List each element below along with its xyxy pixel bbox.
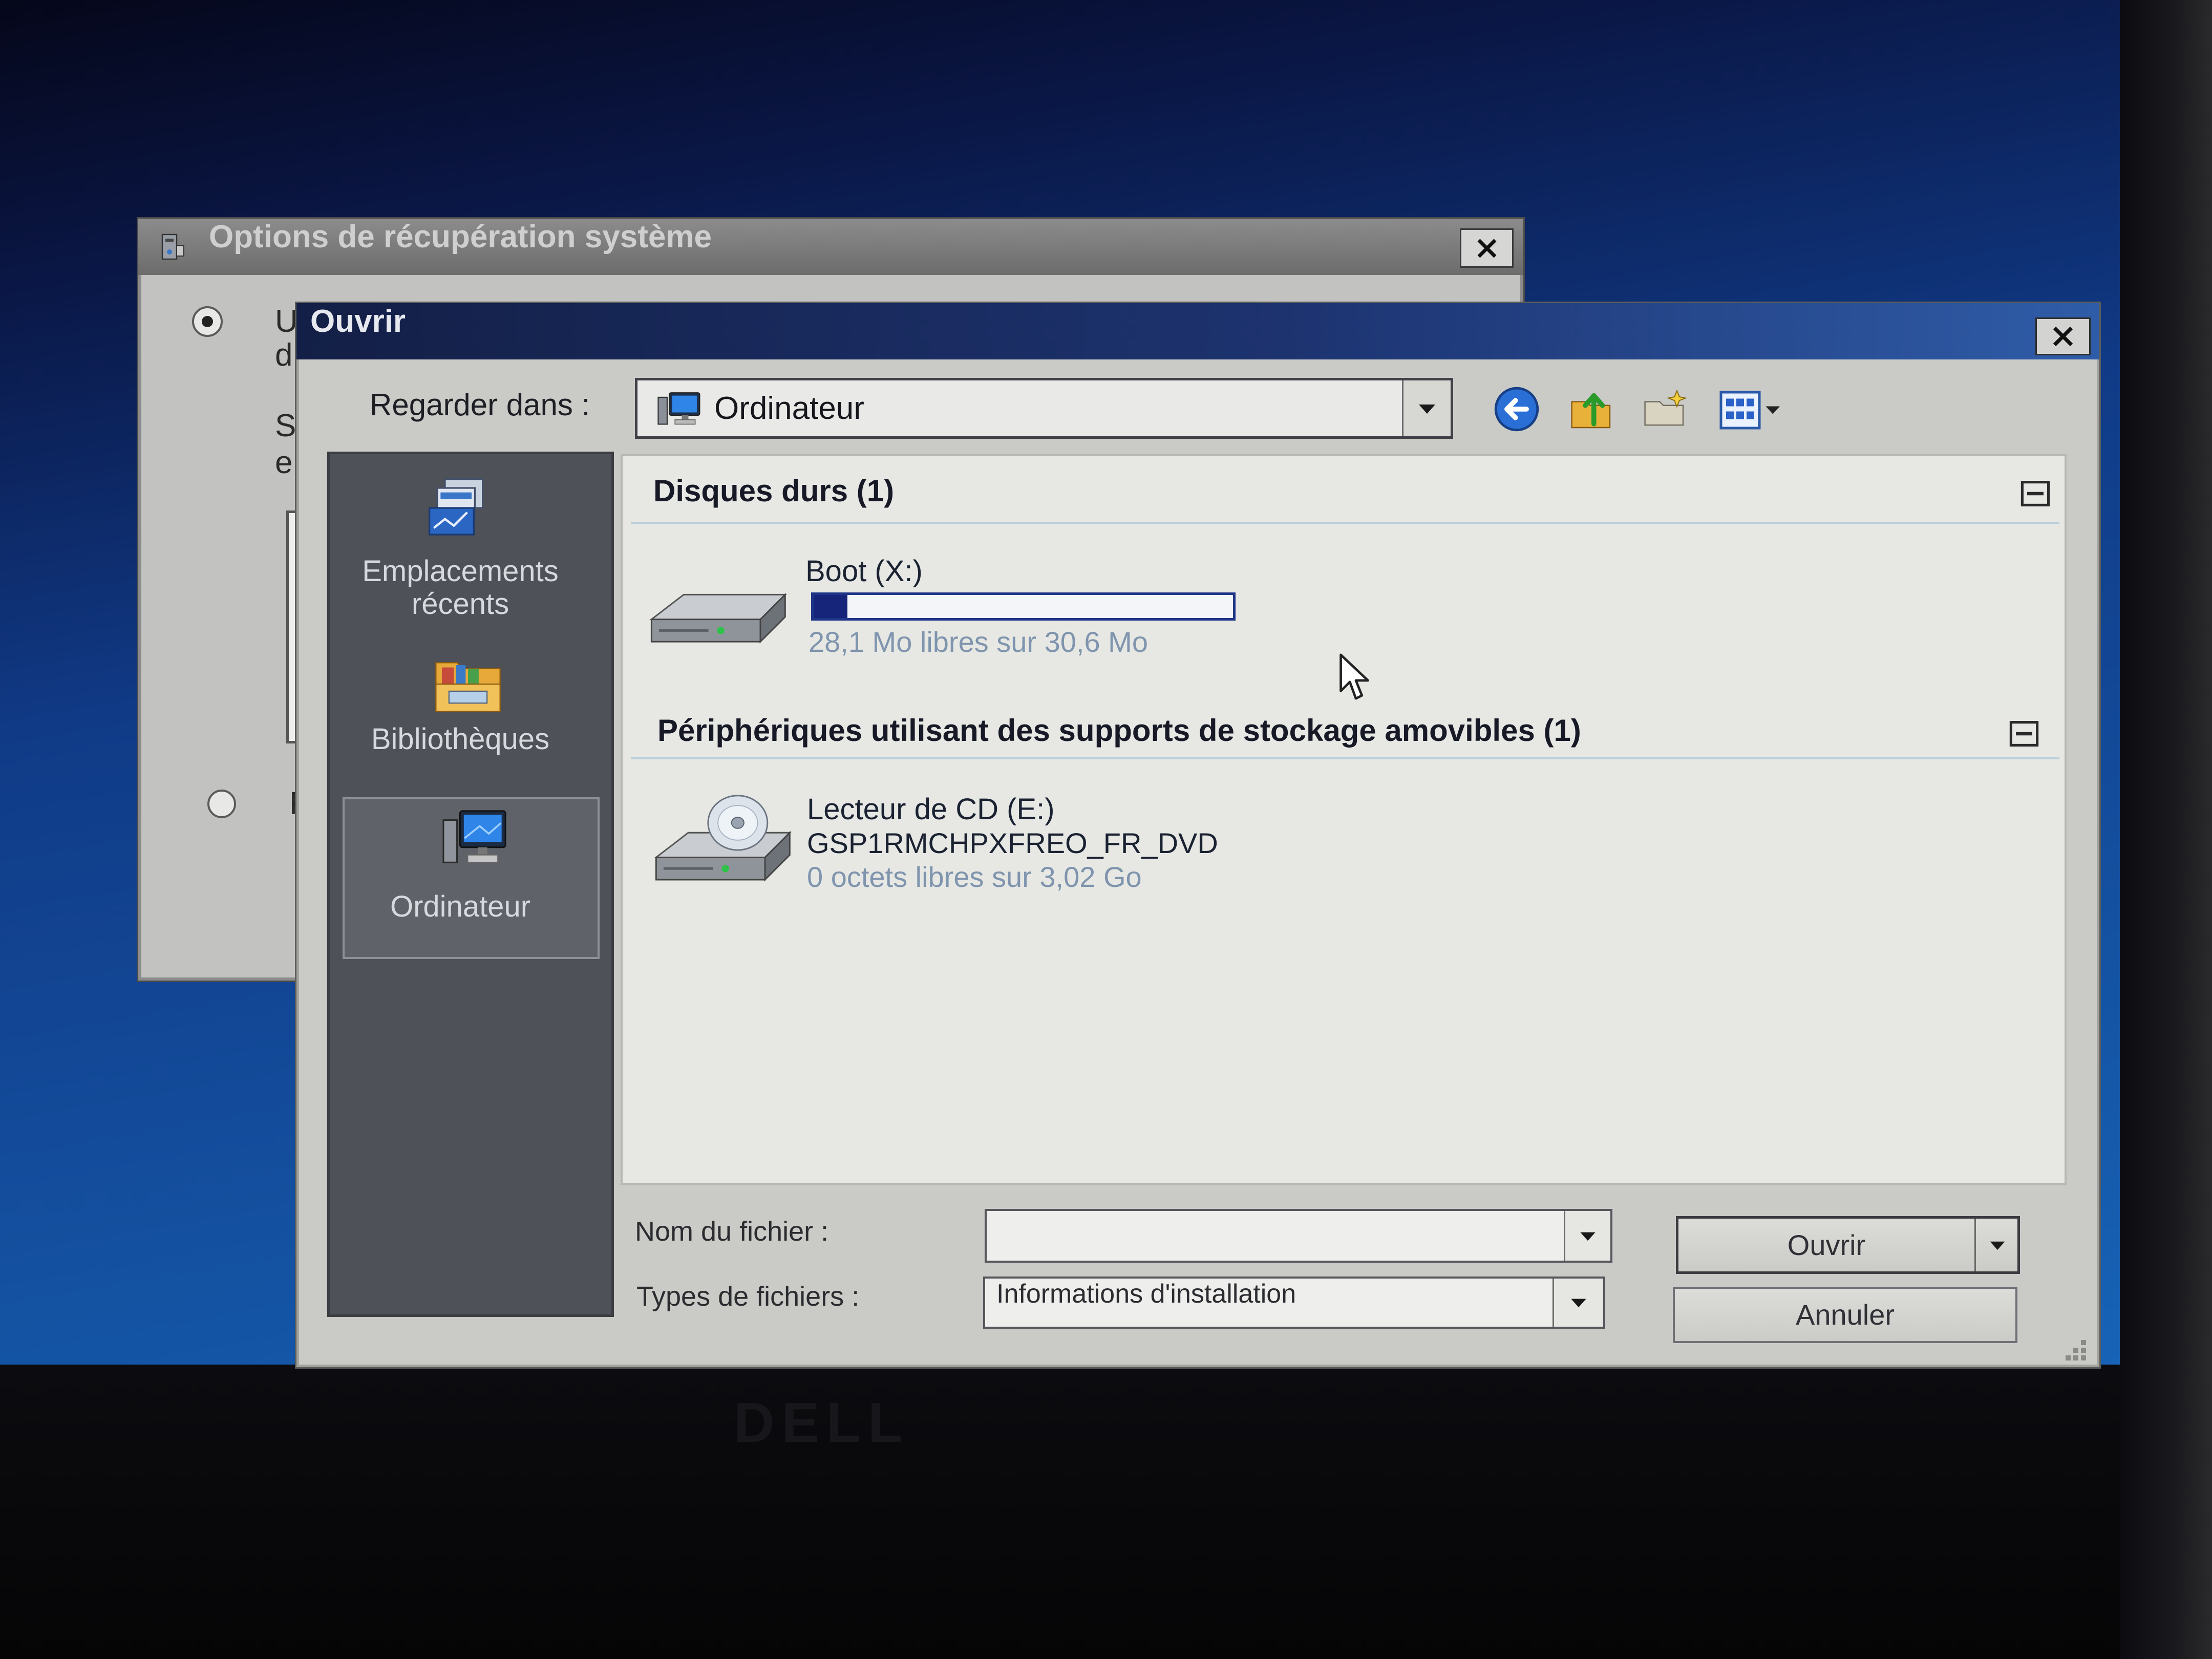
open-file-dialog: Ouvrir Regarder dans : Ordinateur Emplac… (296, 303, 2099, 1367)
file-name-combo[interactable] (985, 1209, 1612, 1263)
close-icon (1477, 239, 1496, 258)
computer-icon (657, 392, 700, 425)
drive-volume-label-cd: GSP1RMCHPXFREO_FR_DVD (807, 827, 1218, 859)
file-name-dropdown-button[interactable] (1564, 1211, 1610, 1261)
file-type-select[interactable]: Informations d'installation (983, 1277, 1605, 1329)
recent-places-icon (429, 478, 484, 536)
dialog-title-bar[interactable]: Ouvrir (296, 303, 2099, 359)
place-libraries-label: Bibliothèques (371, 722, 550, 756)
new-folder-icon[interactable] (1640, 385, 1689, 434)
drive-free-space-cd: 0 octets libres sur 3,02 Go (807, 861, 1142, 893)
place-computer-label: Ordinateur (390, 890, 531, 923)
file-name-input[interactable] (994, 1215, 1549, 1257)
mouse-cursor-icon (1339, 653, 1369, 700)
drive-space-fill (814, 595, 847, 618)
option-1-text-fragment: U (275, 304, 298, 339)
views-menu-icon[interactable] (1718, 387, 1785, 433)
look-in-label: Regarder dans : (370, 388, 590, 422)
file-list-view[interactable]: Disques durs (1) Boot (X:) 28,1 Mo libre… (621, 454, 2067, 1185)
chevron-down-icon (1990, 1241, 2005, 1250)
look-in-combo[interactable]: Ordinateur (635, 378, 1453, 439)
file-name-label: Nom du fichier : (635, 1216, 829, 1247)
recovery-app-icon (161, 233, 184, 260)
recovery-title-bar[interactable]: Options de récupération système (138, 219, 1523, 275)
recovery-window-title: Options de récupération système (209, 219, 712, 254)
open-button-label: Ouvrir (1787, 1229, 1866, 1261)
monitor-logo: DELL (734, 1391, 910, 1454)
chevron-down-icon (1580, 1232, 1596, 1241)
group-divider (631, 522, 2059, 524)
collapse-icon[interactable] (2019, 477, 2052, 510)
group-header-hard-drives: Disques durs (1) (653, 474, 895, 508)
group-header-removable: Périphériques utilisant des supports de … (657, 713, 1581, 748)
open-button[interactable]: Ouvrir (1676, 1216, 2020, 1274)
drive-space-bar (811, 592, 1236, 621)
open-options-dropdown[interactable] (1974, 1219, 2019, 1271)
file-type-dropdown-button[interactable] (1552, 1279, 1603, 1327)
option-1-desc-fragment-line2: e (275, 445, 293, 480)
libraries-icon (435, 662, 501, 712)
chevron-down-icon (1419, 404, 1435, 414)
drive-name-boot: Boot (X:) (805, 555, 923, 588)
option-1-desc-fragment: S (275, 408, 296, 443)
hard-drive-icon (649, 592, 787, 644)
place-recent-label: Emplacements récents (362, 555, 559, 621)
photo-stage: DELL Options de récupération système U d… (0, 0, 2212, 1659)
close-icon (2053, 326, 2073, 347)
monitor-bezel-bottom: DELL (0, 1365, 2120, 1659)
up-folder-icon[interactable] (1567, 385, 1616, 434)
cd-drive-icon (654, 795, 792, 882)
dialog-title: Ouvrir (310, 304, 406, 339)
recovery-close-button[interactable] (1460, 228, 1514, 268)
drive-name-cd: Lecteur de CD (E:) (807, 793, 1055, 826)
radio-selected-dot (202, 316, 213, 327)
drive-free-space-boot: 28,1 Mo libres sur 30,6 Mo (809, 626, 1148, 658)
option-1-text-fragment-line2: d (275, 337, 293, 373)
monitor-bezel-right (2120, 0, 2212, 1659)
collapse-icon[interactable] (2008, 717, 2040, 750)
look-in-dropdown-button[interactable] (1402, 380, 1451, 436)
radio-option-1[interactable] (192, 306, 223, 337)
cancel-button[interactable]: Annuler (1673, 1287, 2017, 1343)
dialog-close-button[interactable] (2035, 317, 2091, 355)
resize-grip-icon[interactable] (2058, 1332, 2089, 1363)
file-type-label: Types de fichiers : (636, 1281, 860, 1312)
computer-icon (442, 810, 506, 863)
file-type-value: Informations d'installation (996, 1279, 1296, 1309)
look-in-value: Ordinateur (714, 391, 864, 426)
chevron-down-icon (1571, 1299, 1586, 1308)
group-divider (631, 757, 2059, 759)
back-icon[interactable] (1492, 385, 1541, 434)
radio-option-2[interactable] (207, 790, 236, 818)
